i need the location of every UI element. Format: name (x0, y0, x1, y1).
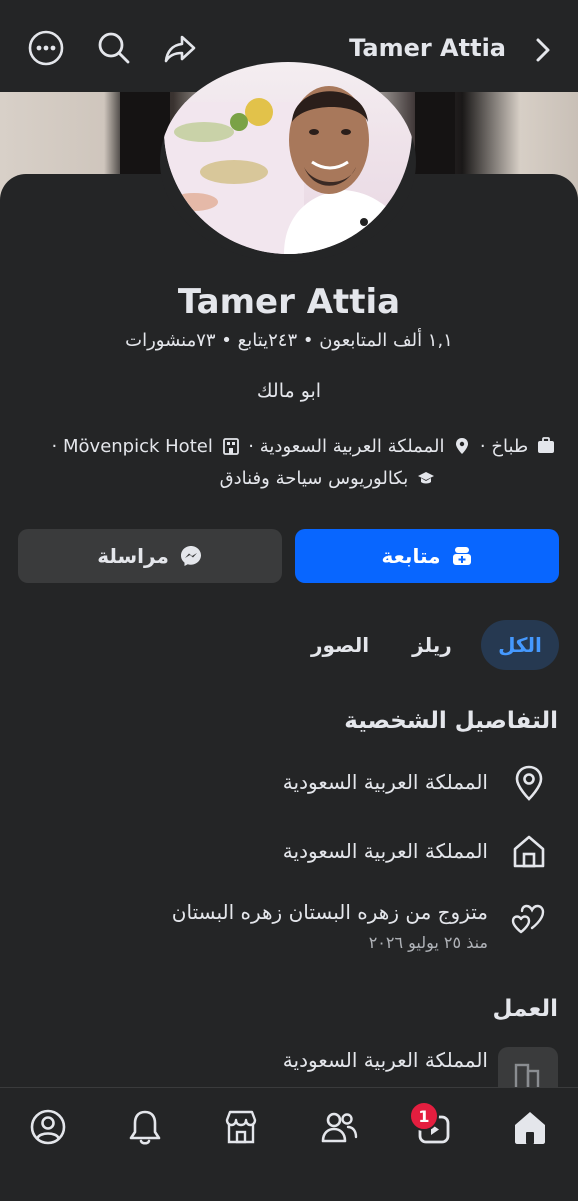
profile-meta-line-2: بكالوريوس سياحة وفنادق (220, 468, 438, 489)
profile-icon[interactable] (29, 1108, 67, 1146)
work-item[interactable]: المملكة العربية السعودية (283, 1048, 488, 1072)
location-pin-icon (515, 765, 543, 801)
marketplace-icon[interactable] (222, 1108, 260, 1146)
search-icon[interactable] (96, 30, 132, 66)
follow-label: متابعة (381, 544, 441, 568)
message-label: مراسلة (97, 544, 169, 568)
detail-relationship[interactable]: متزوج من زهره البستان زهره البستان (172, 900, 488, 924)
tab-photos[interactable]: الصور (294, 620, 386, 670)
relationship-hearts-icon (511, 904, 545, 934)
video-badge: 1 (409, 1101, 439, 1131)
home-icon (513, 835, 545, 868)
tab-reels[interactable]: ريلز (392, 620, 472, 670)
detail-relationship-date: منذ ٢٥ يوليو ٢٠٢٦ (368, 933, 488, 952)
friends-icon[interactable] (320, 1108, 358, 1146)
messenger-icon (180, 546, 201, 566)
avatar[interactable] (160, 62, 416, 262)
personal-details-title: التفاصيل الشخصية (344, 708, 558, 734)
meta-location: المملكة العربية السعودية (259, 436, 445, 457)
work-title: العمل (492, 996, 558, 1022)
share-icon[interactable] (162, 30, 198, 66)
header-title: Tamer Attia (349, 34, 506, 62)
graduation-cap-icon (418, 472, 434, 484)
message-button[interactable]: مراسلة (18, 529, 282, 583)
meta-separator: · (479, 436, 486, 457)
location-pin-icon (456, 438, 469, 454)
tab-all[interactable]: الكل (481, 620, 559, 670)
workplace-icon (498, 1047, 558, 1089)
profile-bio: ابو مالك (256, 380, 322, 402)
detail-hometown: المملكة العربية السعودية (282, 839, 488, 863)
follow-button[interactable]: متابعة (295, 529, 559, 583)
bottom-nav (0, 1087, 578, 1201)
profile-stats[interactable]: ١,١ ألف المتابعون • ٢٤٣يتابع • ٧٣منشورات (0, 330, 578, 351)
meta-separator: · (51, 436, 58, 457)
profile-meta-line-1: طباخ · المملكة العربية السعودية · Mövenp… (52, 436, 558, 457)
profile-name: Tamer Attia (177, 282, 401, 322)
meta-job: طباخ (491, 436, 529, 457)
follow-icon (452, 547, 471, 565)
detail-location: المملكة العربية السعودية (282, 770, 488, 794)
meta-education[interactable]: بكالوريوس سياحة وفنادق (220, 468, 409, 489)
notifications-icon[interactable] (126, 1108, 164, 1146)
meta-workplace[interactable]: Mövenpick Hotel (63, 436, 213, 457)
meta-separator: · (248, 436, 255, 457)
home-icon[interactable] (511, 1108, 549, 1146)
more-icon[interactable] (28, 30, 64, 66)
workplace-icon (222, 438, 239, 455)
job-icon (538, 437, 554, 453)
chevron-right-icon[interactable] (530, 36, 556, 64)
